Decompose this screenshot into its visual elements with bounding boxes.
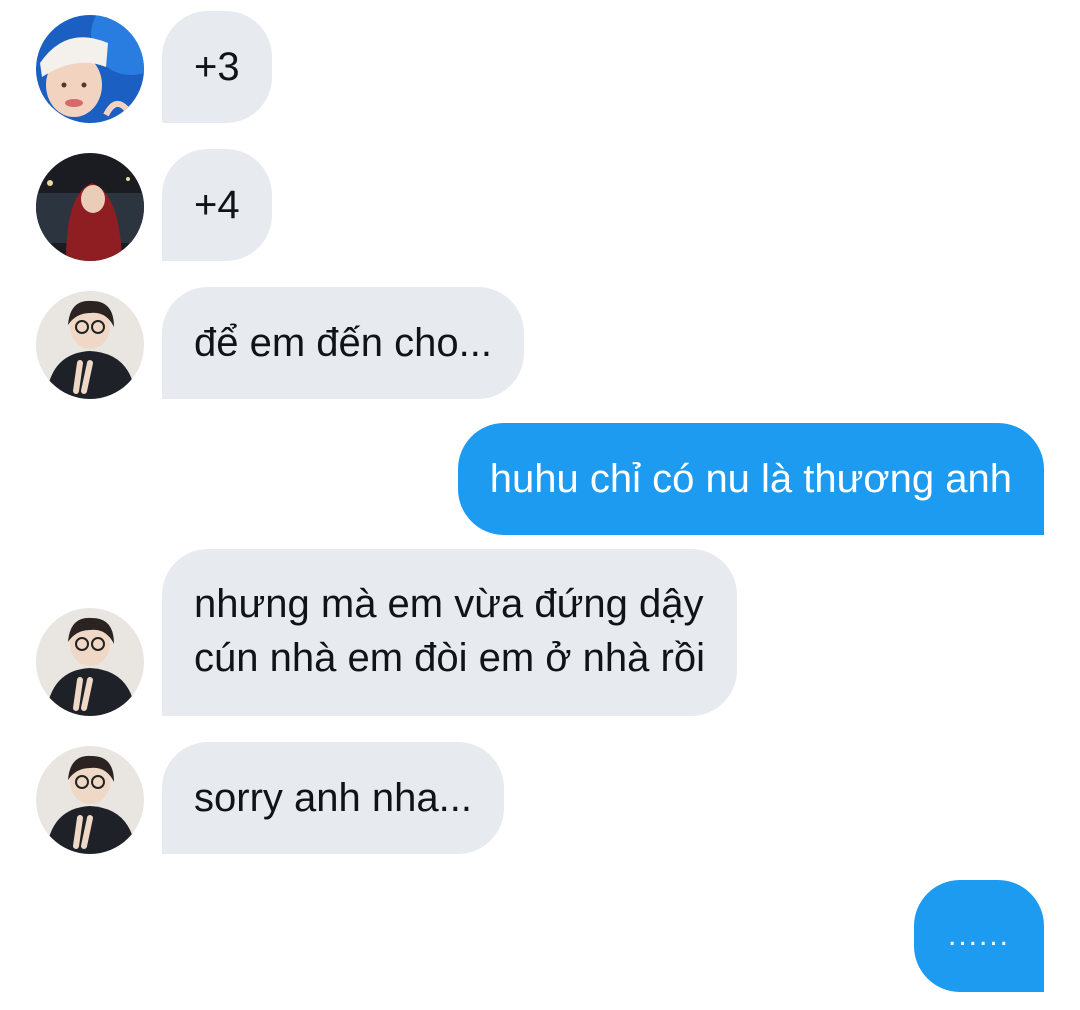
avatar[interactable]: [36, 608, 144, 716]
chat-screen: { "conversation": { "messages": [ { "id"…: [0, 0, 1080, 1010]
message-bubble-incoming[interactable]: +4: [162, 149, 272, 261]
message-bubble-incoming[interactable]: sorry anh nha...: [162, 742, 504, 854]
avatar[interactable]: [36, 746, 144, 854]
message-bubble-outgoing[interactable]: ......: [913, 880, 1044, 992]
glasses-peace-avatar-icon: [36, 746, 144, 854]
message-bubble-incoming[interactable]: +3: [162, 11, 272, 123]
message-bubble-incoming[interactable]: để em đến cho...: [162, 287, 524, 399]
red-hood-avatar-icon: [36, 153, 144, 261]
santa-hat-avatar-icon: [36, 15, 144, 123]
glasses-peace-avatar-icon: [36, 608, 144, 716]
avatar[interactable]: [36, 153, 144, 261]
avatar[interactable]: [36, 291, 144, 399]
avatar[interactable]: [36, 15, 144, 123]
message-bubble-outgoing[interactable]: huhu chỉ có nu là thương anh: [457, 423, 1044, 535]
glasses-peace-avatar-icon: [36, 291, 144, 399]
message-bubble-incoming[interactable]: nhưng mà em vừa đứng dậy cún nhà em đòi …: [162, 549, 737, 716]
